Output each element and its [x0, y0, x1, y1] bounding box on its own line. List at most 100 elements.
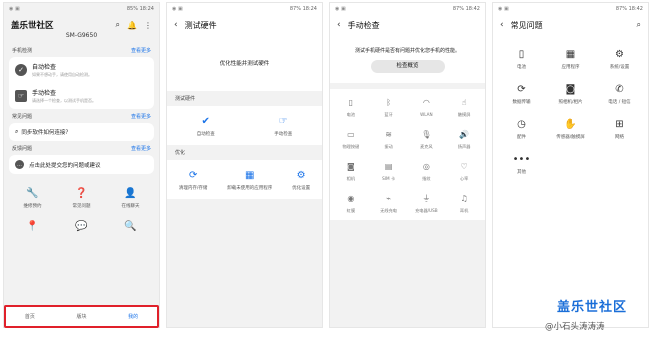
grid-item-label: 配件 [517, 135, 526, 140]
service-search[interactable]: 🔍 [106, 219, 155, 233]
speaker-icon: 🔊 [459, 129, 470, 139]
grid-item[interactable]: ▭ 物理按键 [332, 127, 370, 150]
grid-item[interactable]: ▯ 电池 [332, 95, 370, 118]
grid-item[interactable]: ♡ 心率 [445, 159, 483, 182]
grid-item-label: 数据传输 [512, 100, 531, 105]
service-label: 维修预约 [23, 204, 42, 209]
service-repair[interactable]: 🔧 维修预约 [8, 186, 57, 210]
hero-text: 优化性能并测试硬件 [219, 61, 270, 67]
service-location[interactable]: 📍 [8, 219, 57, 233]
network-icon: ⊞ [615, 118, 624, 130]
grid-item[interactable]: ✆ 电话 / 短信 [595, 82, 644, 106]
feedback-more-link[interactable]: 查看更多 [131, 145, 151, 152]
service-chat[interactable]: 👤 在线聊天 [106, 186, 155, 210]
tab-home[interactable]: 首页 [25, 313, 35, 320]
clean-memory-option[interactable]: ⟳ 清理内存/存储 [179, 168, 208, 192]
grid-item-label: 充电器/USB [415, 208, 438, 213]
grid-item-label: 触摸屏 [457, 112, 471, 117]
button-icon: ▭ [347, 129, 355, 139]
uninstall-apps-option[interactable]: ▦ 卸载未使用的应用程序 [227, 168, 273, 192]
grid-item[interactable]: ✋ 传感器/触摸屏 [546, 117, 595, 141]
faq-more-link[interactable]: 查看更多 [131, 113, 151, 120]
feedback-section-header: 反馈问题 查看更多 [4, 141, 159, 155]
grid-item[interactable]: ◉ 虹膜 [332, 191, 370, 214]
screen-title: 手动检查 [347, 20, 380, 30]
grid-item-label: 虹膜 [346, 208, 356, 213]
grid-item[interactable]: ▤ SIM 卡 [370, 159, 408, 182]
check-circle-icon: ✔ [201, 115, 210, 127]
grid-item-label: 传感器/触摸屏 [556, 135, 585, 140]
manual-check-title: 手动检查 [32, 90, 57, 97]
grid-item-label: WLAN [420, 112, 433, 117]
back-arrow-icon[interactable]: ‹ [174, 20, 178, 30]
battery-icon: ▯ [518, 48, 525, 60]
bluetooth-icon: ᛒ [386, 97, 392, 107]
tap-icon: ☞ [278, 115, 288, 127]
feedback-item[interactable]: … 点击此处提交您的问题或建议 [9, 155, 154, 174]
grid-item[interactable]: 🎙 麦克风 [408, 127, 446, 150]
grid-item[interactable]: ◙ 相机 [332, 159, 370, 182]
settings-icon: ⚙ [615, 48, 624, 60]
grid-item[interactable]: ⊞ 网络 [595, 117, 644, 141]
grid-item-label: 相机 [346, 176, 356, 181]
status-bar: ◉ ▣ 87% 18:42 [330, 3, 485, 15]
grid-item-label: 电池 [517, 65, 526, 70]
manual-check-item[interactable]: ☞ 手动检查 请选择一个检查，以测试手机是否。 [9, 83, 154, 109]
grid-item-label: 无线充电 [380, 208, 397, 213]
optimize-settings-option[interactable]: ⚙ 优化设置 [292, 168, 310, 192]
person-icon: 👤 [124, 187, 137, 199]
check-more-link[interactable]: 查看更多 [131, 47, 151, 54]
back-arrow-icon[interactable]: ‹ [500, 20, 504, 30]
grid-item-label: 耳机 [459, 208, 469, 213]
uninstall-apps-label: 卸载未使用的应用程序 [227, 186, 273, 191]
auto-check-option[interactable]: ✔ 自动检查 [197, 114, 215, 138]
more-options-icon[interactable]: ⋮ [144, 21, 152, 30]
manual-check-screen: ◉ ▣ 87% 18:42 ‹ 手动检查 测试手机硬件是否有问题并优化您手机的性… [329, 2, 486, 328]
grid-item-label: 网络 [615, 135, 624, 140]
optimize-section-label: 优化 [175, 150, 186, 156]
status-text: 85% 18:24 [126, 6, 154, 12]
search-icon[interactable]: ⌕ [637, 20, 641, 30]
grid-item[interactable]: ▦ 应用程序 [546, 47, 595, 71]
service-faq[interactable]: ❓ 常见问题 [57, 186, 106, 210]
grid-item[interactable]: ◠ WLAN [408, 95, 446, 118]
grid-item[interactable]: 🔊 扬声器 [445, 127, 483, 150]
app-bar: ‹ 测试硬件 [167, 15, 322, 35]
grid-item[interactable]: ♫ 耳机 [445, 191, 483, 214]
grid-item[interactable]: ⟳ 数据传输 [497, 82, 546, 106]
auto-check-item[interactable]: ✓ 自动检查 如果不想动手，请使用自动检测。 [9, 57, 154, 83]
app-bar: ‹ 常见问题 ⌕ [493, 15, 648, 35]
status-bar: ◉ ▣ 85% 18:24 [4, 3, 159, 15]
notification-icons: ◉ ▣ [9, 6, 20, 12]
bell-icon[interactable]: 🔔 [127, 21, 137, 30]
grid-item[interactable]: ᛒ 蓝牙 [370, 95, 408, 118]
grid-item[interactable]: ◎ 指纹 [408, 159, 446, 182]
status-bar: ◉ ▣ 87% 18:42 [493, 3, 648, 15]
grid-item[interactable]: ⚙ 系统/设置 [595, 47, 644, 71]
grid-item[interactable]: ▯ 电池 [497, 47, 546, 71]
grid-item[interactable]: ⏚ 充电器/USB [408, 191, 446, 214]
grid-item[interactable]: ◙ 照相机/相片 [546, 82, 595, 106]
faq-item[interactable]: ⌕ 同步软件如何连接？ [9, 123, 154, 141]
search-icon[interactable]: ⌕ [116, 20, 120, 30]
grid-item[interactable]: ⌁ 无线充电 [370, 191, 408, 214]
status-text: 87% 18:42 [452, 6, 480, 12]
grid-item[interactable]: ••• 其他 [497, 152, 546, 176]
earphone-icon: ♫ [460, 193, 468, 203]
device-model: SM-G9650 [65, 32, 98, 39]
tab-boards[interactable]: 版块 [76, 313, 86, 320]
check-overview-button[interactable]: 检查概览 [370, 60, 445, 73]
grid-item[interactable]: ◷ 配件 [497, 117, 546, 141]
sim-icon: ▤ [384, 161, 393, 171]
hardware-grid: ▯ 电池 ᛒ 蓝牙 ◠ WLAN ☝ 触摸屏 ▭ 物理按键 ≋ 振动 🎙 麦克风 🔊 扬声器 ◙ 相机 ▤ SIM 卡… [330, 89, 485, 220]
heart-icon: ♡ [460, 161, 468, 171]
service-messages[interactable]: 💬 [57, 219, 106, 233]
manual-check-label: 手动检查 [274, 132, 293, 137]
tab-mine[interactable]: 我的 [128, 313, 138, 320]
hero-area: 优化性能并测试硬件 [167, 35, 322, 91]
grid-item[interactable]: ≋ 振动 [370, 127, 408, 150]
grid-item[interactable]: ☝ 触摸屏 [445, 95, 483, 118]
back-arrow-icon[interactable]: ‹ [337, 20, 341, 30]
manual-check-option[interactable]: ☞ 手动检查 [274, 114, 293, 138]
apps-icon: ▦ [245, 169, 255, 181]
